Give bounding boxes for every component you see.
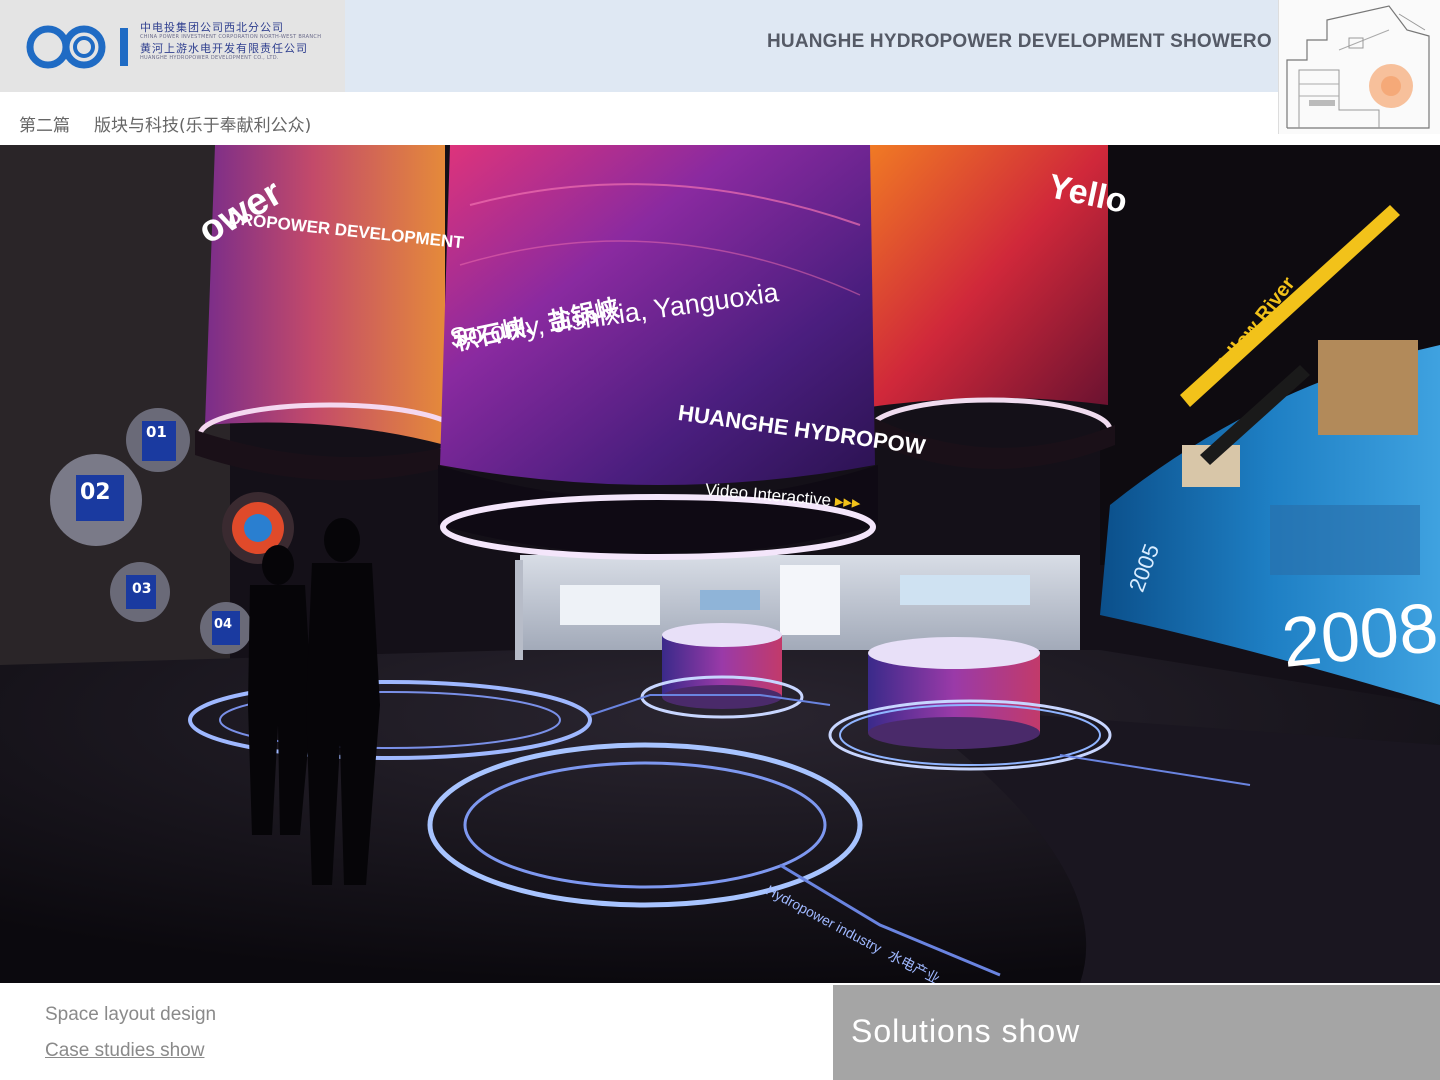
- year-label: 2008: [1278, 588, 1440, 682]
- company-name-cn-2: 黄河上游水电开发有限责任公司: [140, 42, 308, 55]
- nav-link-case-studies[interactable]: Case studies show: [45, 1040, 204, 1062]
- logo-panel: 中电投集团公司西北分公司 CHINA POWER INVESTMENT CORP…: [0, 0, 345, 92]
- floor-plan-thumbnail[interactable]: [1278, 0, 1440, 134]
- floor-plan-icon: [1286, 5, 1430, 129]
- section-breadcrumb: 第二篇 版块与科技(乐于奉献利公众): [19, 111, 311, 136]
- petal-label-04: 04: [214, 617, 233, 632]
- showroom-render-image: [0, 145, 1440, 983]
- page-title: HUANGHE HYDROPOWER DEVELOPMENT SHOWERO: [767, 31, 1272, 52]
- company-name-en-2: HUANGHE HYDROPOWER DEVELOPMENT CO., LTD.: [140, 55, 279, 61]
- solutions-panel: Solutions show: [833, 985, 1440, 1080]
- solutions-title: Solutions show: [851, 1013, 1081, 1049]
- petal-label-01: 01: [146, 423, 167, 441]
- chapter-subtitle: 版块与科技(乐于奉献利公众): [94, 116, 312, 136]
- chapter-label: 第二篇: [19, 116, 70, 136]
- showroom-render: ower DROPOWER DEVELOPMENT 积石峡、盐锅峡 So onl…: [0, 145, 1440, 983]
- company-name-en-1: CHINA POWER INVESTMENT CORPORATION NORTH…: [140, 34, 322, 40]
- title-band: HUANGHE HYDROPOWER DEVELOPMENT SHOWERO: [345, 0, 1278, 92]
- petal-label-02: 02: [80, 480, 111, 505]
- company-name-cn-1: 中电投集团公司西北分公司: [140, 21, 284, 34]
- nav-link-space-layout[interactable]: Space layout design: [45, 1004, 216, 1026]
- petal-label-03: 03: [132, 581, 152, 597]
- visitor-silhouettes: [248, 518, 380, 885]
- company-logo-icon: [26, 25, 128, 69]
- company-name: 中电投集团公司西北分公司 CHINA POWER INVESTMENT CORP…: [140, 22, 321, 61]
- play-arrows-icon: ▸▸▸: [834, 491, 862, 513]
- footer-navigation: Space layout design Case studies show: [0, 985, 833, 1080]
